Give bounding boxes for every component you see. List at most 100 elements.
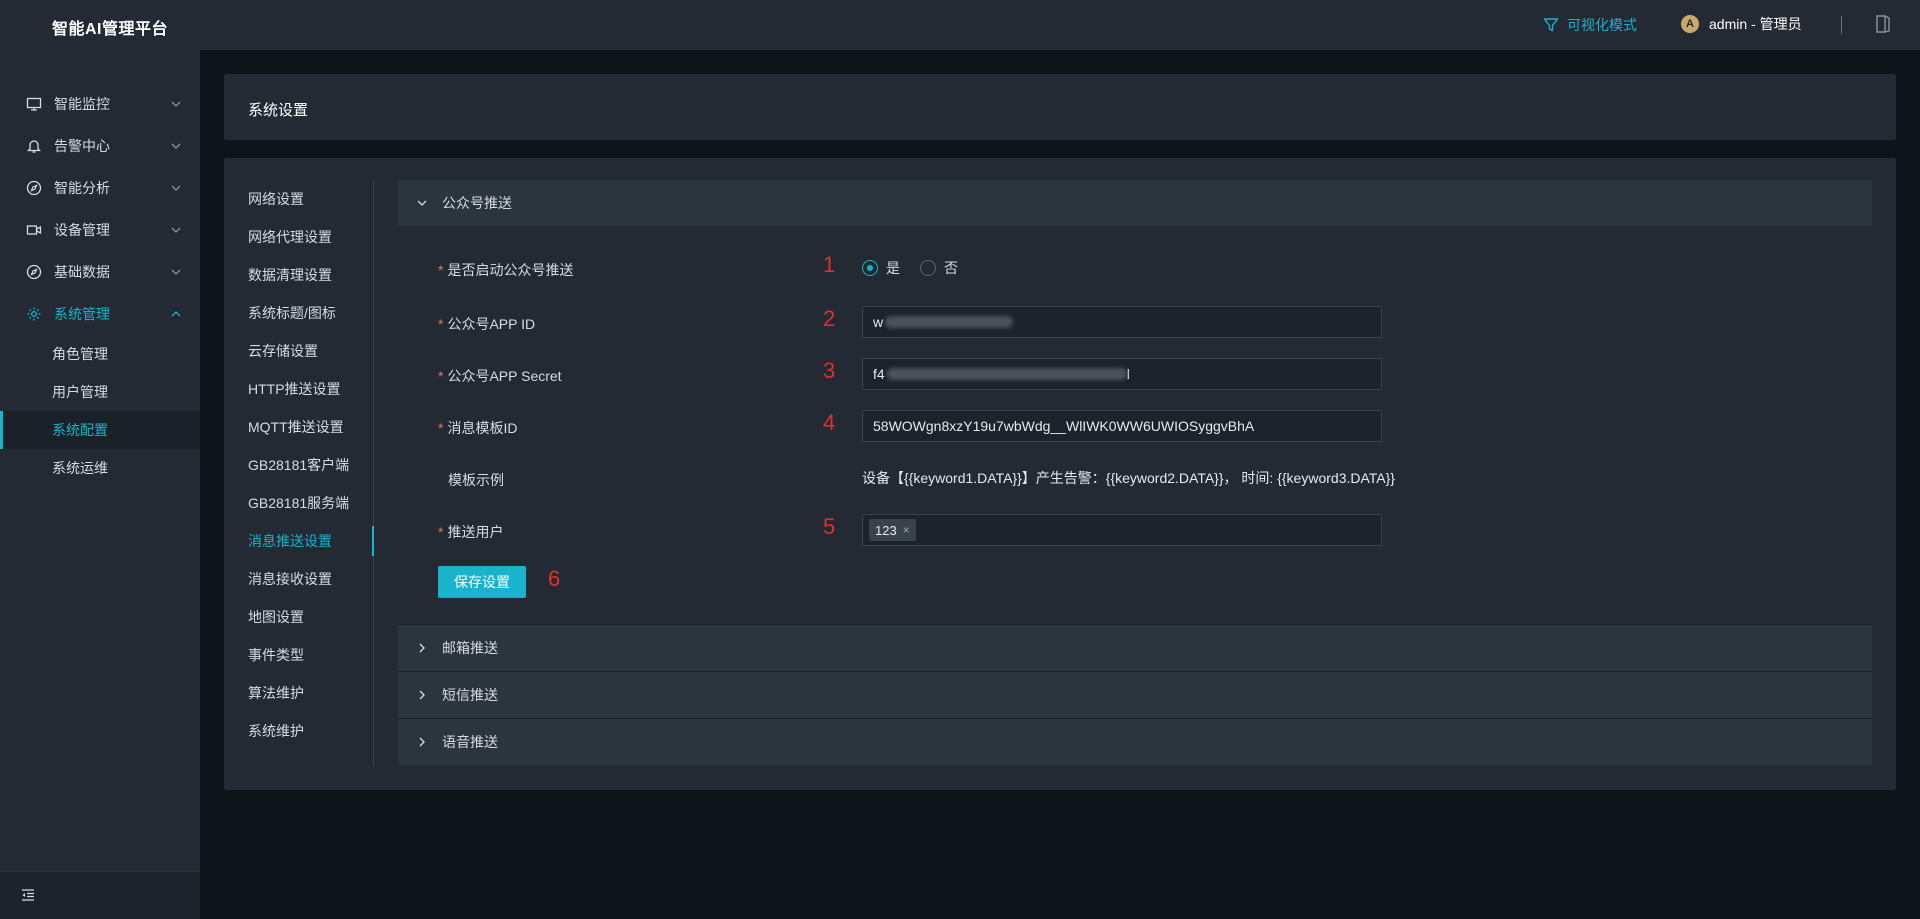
app-id-value: w	[873, 314, 884, 330]
sidebar-footer	[0, 871, 200, 919]
marker-6: 6	[548, 566, 561, 591]
settings-menu-item[interactable]: 网络代理设置	[224, 218, 373, 256]
redacted-value	[885, 316, 1014, 328]
app-secret-label: * 公众号APP Secret	[438, 366, 562, 386]
radio-no-label[interactable]: 否	[944, 258, 958, 278]
sidebar-subitem-system-ops[interactable]: 系统运维	[0, 449, 200, 487]
settings-menu-item[interactable]: 地图设置	[224, 598, 373, 636]
bell-icon	[26, 138, 42, 154]
settings-panel: 网络设置 网络代理设置 数据清理设置 系统标题/图标 云存储设置 HTTP推送设…	[224, 158, 1896, 790]
form-row-enable: * 是否启动公众号推送 1 是 否	[398, 252, 1872, 284]
wechat-push-header[interactable]: 公众号推送	[398, 180, 1872, 226]
form-row-template-id: * 消息模板ID 4 58WOWgn8xzY19u7wbWdg__WlIWK0WW…	[398, 410, 1872, 442]
sidebar-subitem-system-config[interactable]: 系统配置	[0, 411, 200, 449]
required-mark: *	[438, 420, 444, 436]
enable-radio-group: 是 否	[862, 252, 978, 284]
sidebar-subitem-user-management[interactable]: 用户管理	[0, 373, 200, 411]
template-id-input[interactable]: 58WOWgn8xzY19u7wbWdg__WlIWK0WW6UWIOSyggv…	[862, 410, 1382, 442]
settings-menu-item[interactable]: 网络设置	[224, 180, 373, 218]
form-row-app-id: * 公众号APP ID 2 w	[398, 306, 1872, 338]
required-mark: *	[438, 316, 444, 332]
app-id-label-text: 公众号APP ID	[447, 316, 536, 332]
chevron-down-icon	[171, 185, 181, 191]
settings-menu-item[interactable]: MQTT推送设置	[224, 408, 373, 446]
page-title: 系统设置	[248, 102, 309, 119]
template-id-value: 58WOWgn8xzY19u7wbWdg__WlIWK0WW6UWIOSyggv…	[873, 418, 1255, 434]
wechat-push-section: 公众号推送	[398, 180, 1872, 226]
chevron-down-icon	[417, 200, 427, 206]
app-secret-value-start: f4	[873, 366, 885, 382]
required-mark: *	[438, 262, 444, 278]
sms-push-header[interactable]: 短信推送	[398, 672, 1872, 718]
radio-yes-label[interactable]: 是	[886, 258, 900, 278]
chevron-down-icon	[171, 227, 181, 233]
push-users-select[interactable]: 123 ×	[862, 514, 1382, 546]
template-example-label: 模板示例	[448, 472, 504, 488]
sms-push-section: 短信推送	[398, 671, 1872, 718]
settings-menu-item[interactable]: 数据清理设置	[224, 256, 373, 294]
template-id-label: * 消息模板ID	[438, 418, 517, 438]
settings-menu-item-message-push[interactable]: 消息推送设置	[224, 522, 374, 560]
chevron-down-icon	[171, 101, 181, 107]
app-title: 智能AI管理平台	[52, 21, 169, 38]
save-settings-button[interactable]: 保存设置	[438, 566, 526, 598]
email-push-header[interactable]: 邮箱推送	[398, 625, 1872, 671]
settings-menu: 网络设置 网络代理设置 数据清理设置 系统标题/图标 云存储设置 HTTP推送设…	[224, 180, 374, 766]
settings-menu-item[interactable]: 云存储设置	[224, 332, 373, 370]
chevron-right-icon	[419, 643, 425, 653]
radio-no[interactable]	[920, 260, 936, 276]
close-icon[interactable]: ×	[903, 523, 910, 537]
sidebar-item-label: 智能分析	[54, 180, 110, 196]
sidebar-item-alarm-center[interactable]: 告警中心	[0, 125, 200, 167]
chevron-up-icon	[171, 311, 181, 317]
visual-mode-label: 可视化模式	[1567, 17, 1637, 33]
email-push-section: 邮箱推送	[398, 624, 1872, 671]
filter-icon	[1543, 18, 1559, 32]
app-secret-input[interactable]: f4 l	[862, 358, 1382, 390]
redacted-value	[886, 368, 1127, 380]
sidebar-item-label: 设备管理	[54, 222, 110, 238]
enable-label: * 是否启动公众号推送	[438, 260, 573, 280]
radio-yes[interactable]	[862, 260, 878, 276]
sidebar-nav: 智能监控 告警中心 智能分析 设备管理 基础数据 系统管理 角色管理 用户管理 …	[0, 83, 200, 487]
push-users-label-text: 推送用户	[447, 524, 504, 540]
top-divider	[1841, 16, 1842, 34]
voice-push-header[interactable]: 语音推送	[398, 719, 1872, 765]
settings-menu-item[interactable]: 系统维护	[224, 712, 373, 750]
user-label: admin - 管理员	[1709, 16, 1802, 32]
form-row-push-users: * 推送用户 5 123 ×	[398, 514, 1872, 546]
logout-button[interactable]	[1874, 14, 1892, 37]
settings-menu-item[interactable]: 算法维护	[224, 674, 373, 712]
visual-mode-button[interactable]: 可视化模式	[1543, 15, 1637, 35]
sidebar-item-system-management[interactable]: 系统管理	[0, 293, 200, 335]
user-menu[interactable]: A admin - 管理员	[1681, 14, 1802, 34]
app-secret-value-end: l	[1126, 366, 1130, 382]
sidebar-item-device-management[interactable]: 设备管理	[0, 209, 200, 251]
sidebar-item-label: 系统管理	[54, 306, 110, 322]
settings-menu-item[interactable]: GB28181客户端	[224, 446, 373, 484]
settings-menu-item[interactable]: GB28181服务端	[224, 484, 373, 522]
sidebar-subitem-role-management[interactable]: 角色管理	[0, 335, 200, 373]
sidebar-item-label: 告警中心	[54, 138, 110, 154]
section-title: 语音推送	[442, 734, 498, 750]
monitor-icon	[26, 96, 42, 112]
required-mark: *	[438, 368, 444, 384]
chevron-down-icon	[171, 269, 181, 275]
sidebar-item-monitoring[interactable]: 智能监控	[0, 83, 200, 125]
settings-menu-item[interactable]: 系统标题/图标	[224, 294, 373, 332]
settings-menu-item[interactable]: HTTP推送设置	[224, 370, 373, 408]
top-bar: 智能AI管理平台 可视化模式 A admin - 管理员	[0, 0, 1920, 50]
sidebar-item-smart-analysis[interactable]: 智能分析	[0, 167, 200, 209]
app-id-input[interactable]: w	[862, 306, 1382, 338]
section-title: 公众号推送	[442, 195, 512, 211]
section-title: 短信推送	[442, 687, 498, 703]
gear-icon	[26, 306, 42, 322]
form-row-save: 保存设置 6	[398, 566, 1872, 598]
settings-menu-item[interactable]: 事件类型	[224, 636, 373, 674]
app-id-label: * 公众号APP ID	[438, 314, 535, 334]
settings-menu-item[interactable]: 消息接收设置	[224, 560, 373, 598]
sidebar-item-base-data[interactable]: 基础数据	[0, 251, 200, 293]
logout-icon	[1876, 14, 1890, 33]
marker-1: 1	[823, 252, 836, 277]
collapse-sidebar-button[interactable]	[20, 887, 36, 906]
